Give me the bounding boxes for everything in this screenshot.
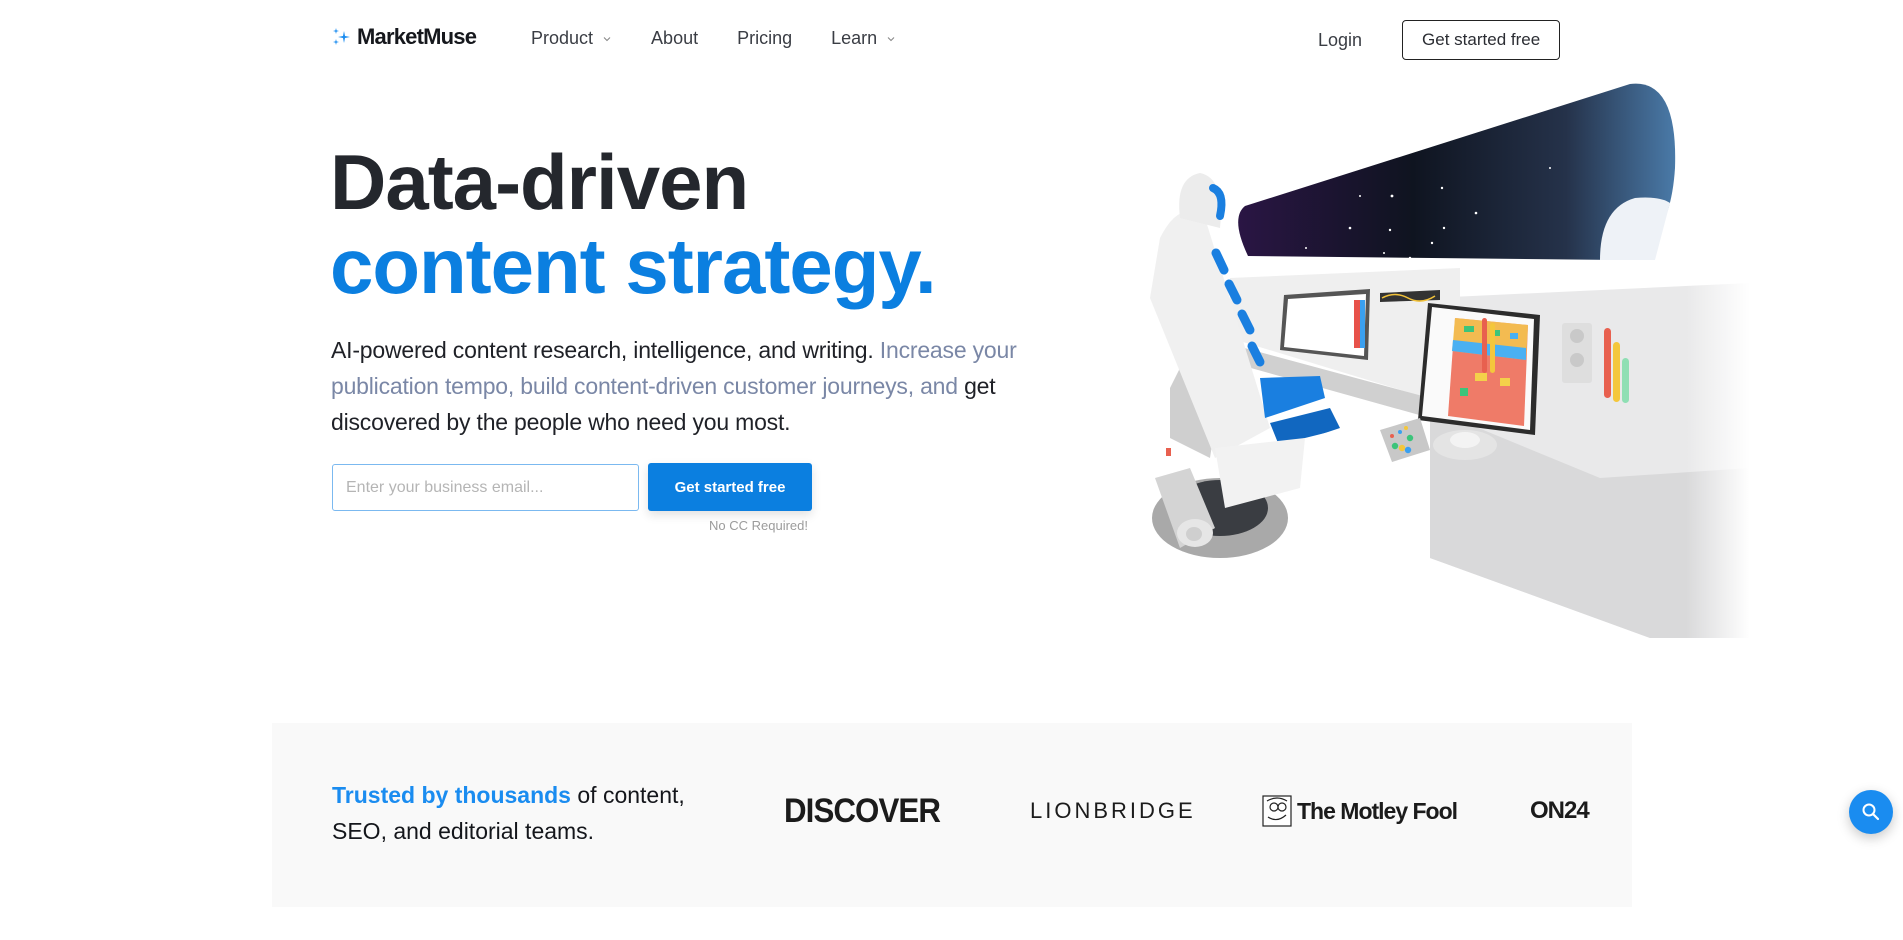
chevron-down-icon (603, 36, 611, 41)
nav-links: Product About Pricing Learn (531, 28, 935, 49)
top-nav: MarketMuse Product About Pricing Learn L… (0, 0, 1903, 78)
headline-line-1: Data-driven (330, 138, 749, 226)
nav-learn[interactable]: Learn (831, 28, 896, 49)
nav-about-label: About (651, 28, 699, 48)
brand-name: MarketMuse (357, 24, 477, 49)
jester-icon (1262, 795, 1292, 827)
no-cc-note: No CC Required! (709, 518, 808, 533)
monitor-main (1418, 303, 1540, 435)
nav-actions: Login Get started free (1318, 20, 1561, 60)
brand-logo[interactable]: MarketMuse (331, 24, 477, 50)
subtitle-part-1: AI-powered content research, intelligenc… (331, 337, 874, 363)
hero-get-started-button[interactable]: Get started free (648, 463, 812, 511)
hero-subtitle: AI-powered content research, intelligenc… (331, 332, 1061, 440)
trusted-highlight: Trusted by thousands (332, 782, 571, 808)
floating-search-button[interactable] (1849, 790, 1893, 834)
hero-illustration (1150, 83, 1750, 640)
heatmap (1448, 318, 1528, 426)
monitor-small (1280, 289, 1370, 360)
trusted-by-section: Trusted by thousands of content, SEO, an… (272, 723, 1632, 907)
headline-line-2: content strategy. (330, 222, 937, 310)
hero-headline: Data-driven content strategy. (330, 138, 937, 310)
chevron-down-icon (887, 36, 895, 41)
email-input[interactable] (332, 464, 639, 511)
nav-pricing-label: Pricing (737, 28, 793, 48)
nav-pricing[interactable]: Pricing (737, 28, 792, 49)
sparkle-icon (333, 28, 350, 45)
nav-about[interactable]: About (651, 28, 698, 49)
search-icon (1862, 803, 1880, 821)
logo-discover: DISCOVER (784, 791, 941, 830)
nav-get-started-button[interactable]: Get started free (1402, 20, 1561, 60)
logo-on24: ON24 (1530, 797, 1590, 824)
logo-motley-fool: The Motley Fool (1262, 791, 1458, 831)
nav-product-label: Product (531, 28, 594, 48)
trusted-by-text: Trusted by thousands of content, SEO, an… (332, 777, 732, 849)
nav-learn-label: Learn (831, 28, 878, 48)
nav-product[interactable]: Product (531, 28, 612, 49)
login-link[interactable]: Login (1318, 30, 1362, 51)
logo-lionbridge: LIONBRIDGE (1030, 798, 1196, 823)
